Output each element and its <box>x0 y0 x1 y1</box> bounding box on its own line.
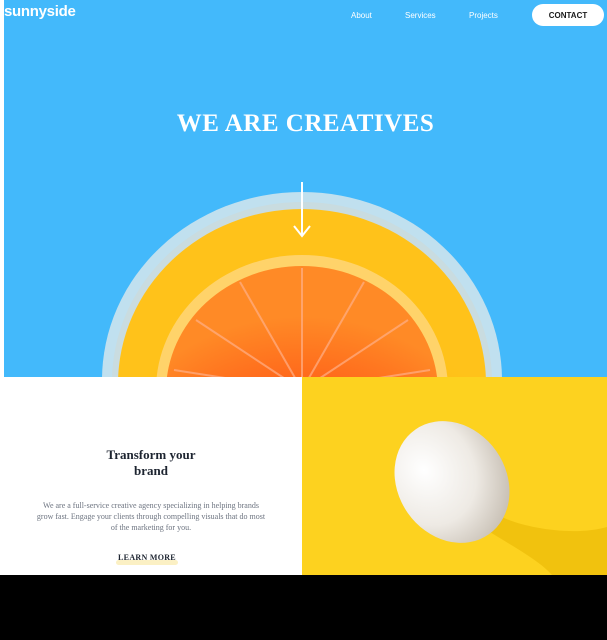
transform-title-line2: brand <box>134 463 168 478</box>
egg-image <box>302 377 607 575</box>
transform-description: We are a full-service creative agency sp… <box>36 501 266 532</box>
hero-title: WE ARE CREATIVES <box>176 110 435 137</box>
logo[interactable]: sunnyside <box>4 3 76 20</box>
egg-image-panel <box>302 377 607 575</box>
hero-section: sunnyside About Services Projects CONTAC… <box>4 0 607 377</box>
arrow-down-icon <box>293 182 311 238</box>
transform-title-line1: Transform your <box>106 447 196 462</box>
nav-link-services[interactable]: Services <box>405 11 436 20</box>
nav-link-projects[interactable]: Projects <box>469 11 498 20</box>
transform-title: Transform your brand <box>0 447 302 479</box>
nav-link-about[interactable]: About <box>351 11 372 20</box>
transform-section: Transform your brand We are a full-servi… <box>0 377 302 575</box>
page-footer-area <box>0 575 607 640</box>
contact-button[interactable]: CONTACT <box>532 4 604 26</box>
learn-more-link[interactable]: LEARN MORE <box>114 553 180 567</box>
